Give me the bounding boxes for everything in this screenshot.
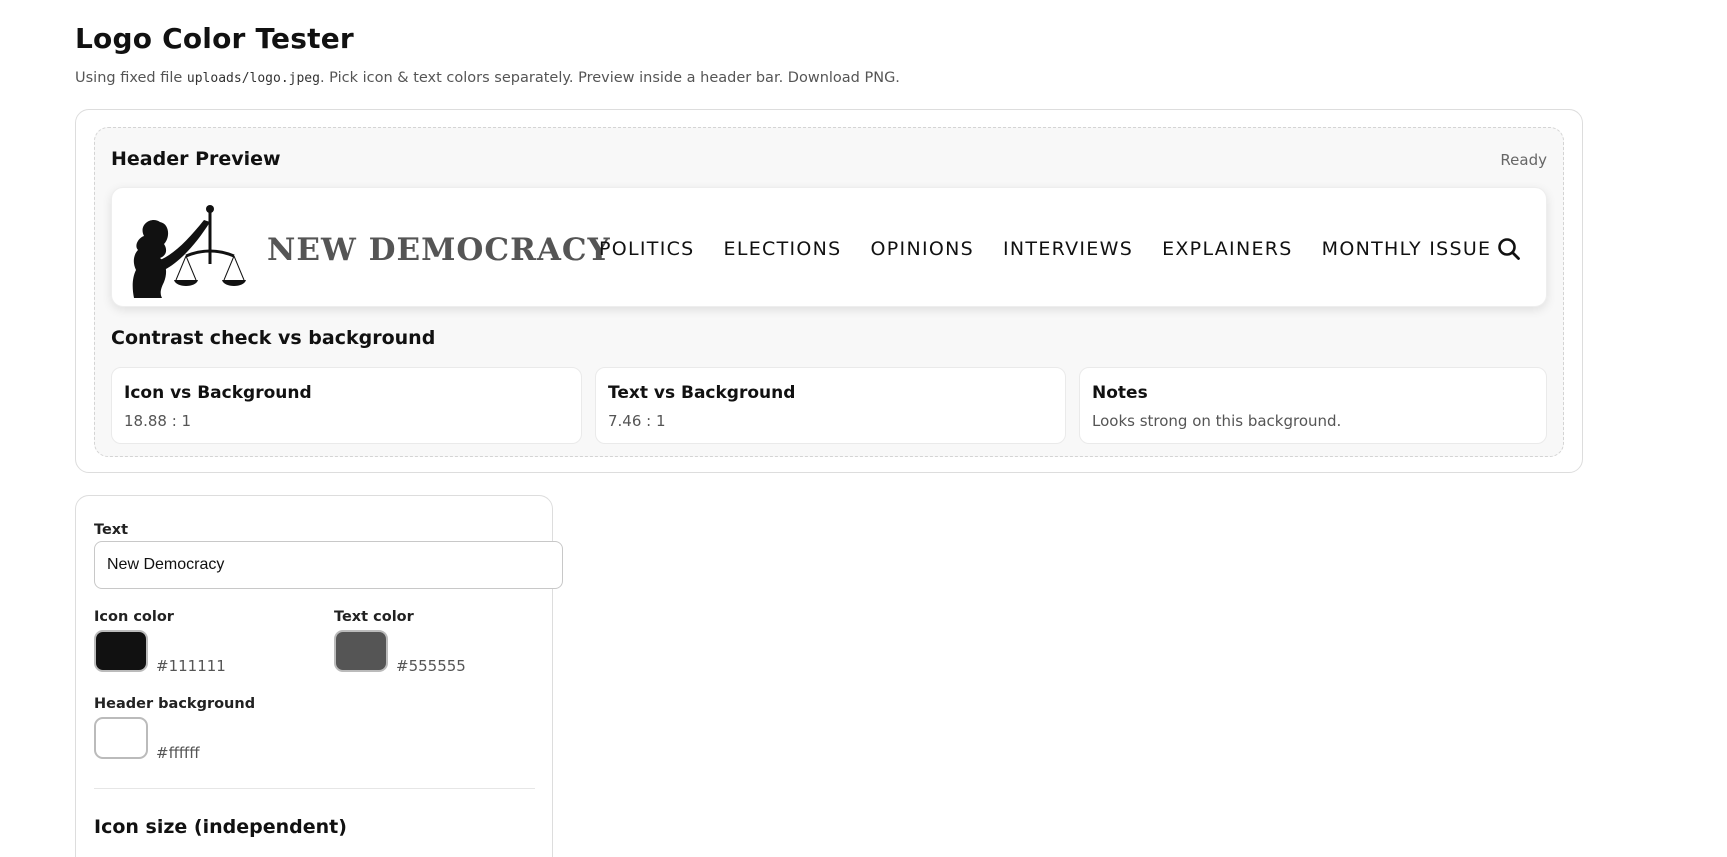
header-nav: POLITICS ELECTIONS OPINIONS INTERVIEWS EXPLA… bbox=[599, 238, 1491, 260]
page-subtitle: Using fixed file uploads/logo.jpeg. Pick… bbox=[75, 70, 900, 86]
nav-item-politics[interactable]: POLITICS bbox=[599, 238, 695, 260]
header-bar-preview: NEW DEMOCRACY POLITICS ELECTIONS OPINIONS I… bbox=[111, 187, 1547, 307]
controls-card: Text Icon color #111111 Text color #5555… bbox=[75, 495, 563, 857]
icon-contrast-value: 18.88 : 1 bbox=[124, 412, 192, 430]
logo-text-input[interactable] bbox=[94, 541, 563, 589]
subtitle-suffix: . Pick icon & text colors separately. Pr… bbox=[319, 70, 900, 86]
icon-size-heading: Icon size (independent) bbox=[94, 816, 347, 838]
logo-text: NEW DEMOCRACY bbox=[267, 232, 611, 268]
notes-card: Notes Looks strong on this background. bbox=[1079, 367, 1547, 444]
icon-contrast-card: Icon vs Background 18.88 : 1 bbox=[111, 367, 582, 444]
icon-color-picker[interactable] bbox=[94, 630, 148, 672]
app-page: Logo Color Tester Using fixed file uploa… bbox=[0, 0, 1727, 857]
text-color-label: Text color bbox=[334, 609, 414, 625]
logo: NEW DEMOCRACY bbox=[130, 202, 610, 298]
text-color-hex: #555555 bbox=[396, 657, 466, 675]
page-title: Logo Color Tester bbox=[75, 22, 354, 55]
nav-item-interviews[interactable]: INTERVIEWS bbox=[1003, 238, 1133, 260]
header-preview-title: Header Preview bbox=[111, 148, 281, 170]
icon-color-hex: #111111 bbox=[156, 657, 226, 675]
header-background-label: Header background bbox=[94, 696, 256, 712]
icon-contrast-title: Icon vs Background bbox=[124, 383, 312, 403]
text-field-label: Text bbox=[94, 522, 129, 538]
subtitle-prefix: Using fixed file bbox=[75, 70, 187, 86]
header-background-hex: #ffffff bbox=[156, 744, 200, 762]
subtitle-file-path: uploads/logo.jpeg bbox=[186, 71, 320, 86]
text-contrast-card: Text vs Background 7.46 : 1 bbox=[595, 367, 1066, 444]
notes-title: Notes bbox=[1092, 383, 1148, 403]
header-preview-panel: Header Preview Ready NEW DEMOCRACY POLIT… bbox=[94, 127, 1564, 457]
notes-value: Looks strong on this background. bbox=[1092, 412, 1342, 430]
preview-card: Header Preview Ready NEW DEMOCRACY POLIT… bbox=[75, 109, 1583, 473]
header-background-picker[interactable] bbox=[94, 717, 148, 759]
nav-item-elections[interactable]: ELECTIONS bbox=[724, 238, 842, 260]
nav-item-explainers[interactable]: EXPLAINERS bbox=[1162, 238, 1293, 260]
scales-of-justice-icon bbox=[132, 205, 246, 298]
nav-item-opinions[interactable]: OPINIONS bbox=[871, 238, 974, 260]
text-contrast-value: 7.46 : 1 bbox=[608, 412, 666, 430]
search-icon[interactable] bbox=[1496, 236, 1522, 262]
nav-item-monthly-issue[interactable]: MONTHLY ISSUE bbox=[1322, 238, 1492, 260]
icon-color-label: Icon color bbox=[94, 609, 174, 625]
text-color-picker[interactable] bbox=[334, 630, 388, 672]
status-text: Ready bbox=[1500, 151, 1547, 169]
divider bbox=[94, 788, 535, 789]
text-contrast-title: Text vs Background bbox=[608, 383, 796, 403]
contrast-check-title: Contrast check vs background bbox=[111, 327, 436, 349]
